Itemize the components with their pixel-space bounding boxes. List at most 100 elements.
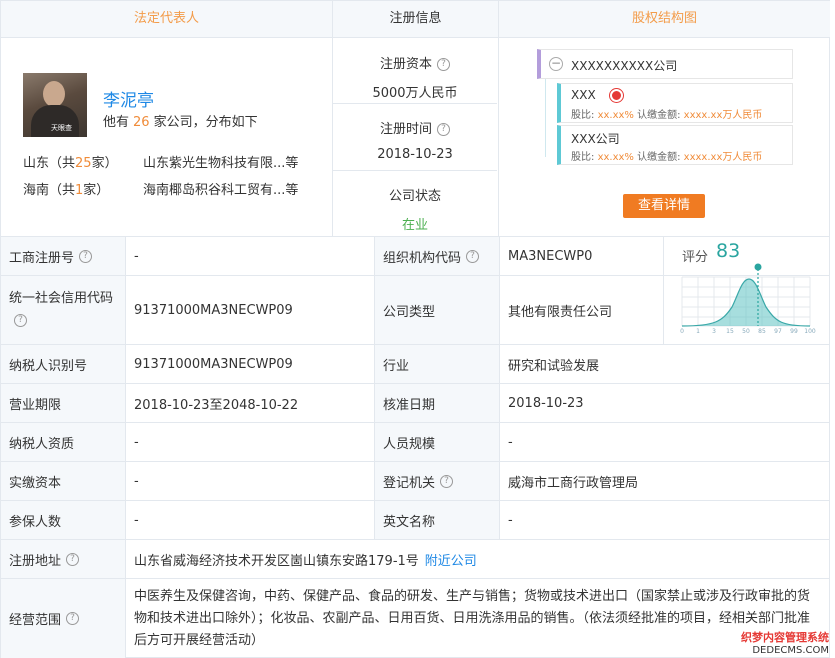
help-icon[interactable]: ?	[440, 474, 454, 488]
view-details-button[interactable]: 查看详情	[623, 194, 705, 218]
tick-label: 50	[742, 328, 750, 335]
equity-root-name: XXXXXXXXXX公司	[571, 59, 678, 73]
ratio-label: 股比:	[571, 152, 595, 163]
row-label: 公司类型	[375, 276, 500, 344]
help-icon[interactable]: ?	[437, 58, 450, 71]
nearby-companies-link[interactable]: 附近公司	[425, 550, 477, 569]
row-value: 研究和试验发展	[508, 358, 600, 374]
help-icon[interactable]: ?	[466, 249, 480, 263]
registration-header: 注册信息	[333, 1, 498, 38]
row-label: 参保人数	[1, 501, 126, 539]
amount-value: xxxx.xx万人民币	[683, 110, 763, 121]
row-label: 经营范围?	[1, 579, 126, 658]
table-row: 经营范围? 中医养生及保健咨询，中药、保健产品、食品的研发、生产与销售；货物或技…	[1, 579, 829, 658]
company-count[interactable]: 26	[133, 115, 150, 130]
row-label: 纳税人资质	[1, 423, 126, 461]
score-marker-icon	[754, 263, 762, 271]
tree-connector	[545, 79, 546, 157]
business-info-table: 工商注册号? - 组织机构代码? MA3NECWP0 统一社会信用代码? 913…	[0, 237, 830, 658]
avatar-watermark: 天眼查	[51, 124, 72, 132]
equity-root-node[interactable]: − XXXXXXXXXX公司	[537, 49, 793, 79]
equity-header: 股权结构图	[499, 1, 830, 38]
info-prefix: 他有	[103, 115, 130, 130]
equity-column: 股权结构图 − XXXXXXXXXX公司 XXX 股比: xx.xx% 认缴金额…	[499, 1, 830, 236]
watermark-line2: DEDECMS.COM	[752, 645, 829, 656]
tick-label: 1	[696, 328, 700, 335]
tick-label: 3	[712, 328, 716, 335]
person-name-link[interactable]: 李泥亭	[103, 86, 154, 111]
row-value: -	[126, 462, 375, 500]
table-row: 注册地址? 山东省威海经济技术开发区崮山镇东安路179-1号 附近公司	[1, 540, 829, 579]
region-prefix: 海南（共	[23, 183, 76, 198]
region-prefix: 山东（共	[23, 156, 76, 171]
legal-rep-column: 法定代表人 天眼查 李泥亭 他有 26 家公司，分布如下 山东（共25家） 山东紫光…	[1, 1, 333, 236]
registration-column: 注册信息 注册资本? 5000万人民币 注册时间? 2018-10-23 公司状…	[333, 1, 499, 236]
row-value: -	[508, 512, 513, 528]
row-value: 91371000MA3NECWP09	[126, 276, 375, 344]
row-value: 91371000MA3NECWP09	[126, 345, 375, 383]
bell-curve-area	[682, 279, 810, 326]
region-count: 25	[75, 156, 92, 171]
info-suffix: 家公司，分布如下	[153, 115, 258, 130]
row-label: 纳税人识别号	[1, 345, 126, 383]
row-label: 登记机关?	[375, 462, 500, 500]
registered-capital: 注册资本? 5000万人民币	[333, 53, 497, 101]
tick-label: 99	[790, 328, 798, 335]
row-value: -	[126, 423, 375, 461]
time-value: 2018-10-23	[377, 147, 453, 162]
shareholder-name: XXX	[571, 88, 596, 102]
business-scope-value: 中医养生及保健咨询，中药、保健产品、食品的研发、生产与销售；货物或技术进出口（国…	[134, 588, 811, 648]
shareholder-name: XXX公司	[571, 132, 620, 146]
table-row: 纳税人资质 - 人员规模 -	[1, 423, 829, 462]
region-company-link[interactable]: 海南椰岛积谷科工贸有...等	[143, 179, 298, 198]
avatar[interactable]: 天眼查	[23, 73, 87, 137]
row-label: 行业	[375, 345, 500, 383]
row-value: MA3NECWP0	[500, 237, 664, 275]
help-icon[interactable]: ?	[437, 123, 450, 136]
score-panel[interactable]: 评分 83 0 1 3 15 50 85 97 99 100	[664, 237, 829, 345]
row-value: 其他有限责任公司	[500, 276, 664, 344]
table-row: 纳税人识别号 91371000MA3NECWP09 行业 研究和试验发展	[1, 345, 829, 384]
company-status: 公司状态 在业	[333, 185, 497, 233]
person-company-summary: 他有 26 家公司，分布如下	[103, 111, 258, 130]
row-value: -	[508, 434, 513, 450]
collapse-icon[interactable]: −	[549, 57, 563, 71]
watermark-line1: 织梦内容管理系统	[741, 631, 829, 644]
row-label: 组织机构代码?	[375, 237, 500, 275]
region-hainan: 海南（共1家）	[23, 179, 109, 198]
row-label: 统一社会信用代码?	[1, 276, 126, 344]
region-suffix: 家）	[91, 156, 118, 171]
help-icon[interactable]: ?	[66, 552, 80, 566]
capital-label: 注册资本	[379, 57, 432, 72]
address-value: 山东省威海经济技术开发区崮山镇东安路179-1号 附近公司	[126, 540, 829, 578]
tick-label: 85	[758, 328, 766, 335]
help-icon[interactable]: ?	[14, 314, 27, 327]
row-value: 威海市工商行政管理局	[508, 475, 639, 491]
region-company-link[interactable]: 山东紫光生物科技有限...等	[143, 152, 298, 171]
registration-time: 注册时间? 2018-10-23	[333, 118, 497, 162]
help-icon[interactable]: ?	[66, 612, 80, 625]
avatar-face	[43, 81, 65, 107]
tick-label: 15	[726, 328, 734, 335]
row-value: 2018-10-23	[508, 395, 584, 411]
divider	[333, 170, 497, 171]
row-label: 英文名称	[375, 501, 500, 539]
row-value: -	[126, 501, 375, 539]
table-row: 实缴资本 - 登记机关? 威海市工商行政管理局	[1, 462, 829, 501]
equity-node[interactable]: XXX 股比: xx.xx% 认缴金额: xxxx.xx万人民币	[557, 83, 793, 123]
row-label: 营业期限	[1, 384, 126, 422]
row-label: 注册地址?	[1, 540, 126, 578]
amount-value: xxxx.xx万人民币	[683, 152, 763, 163]
row-value: -	[126, 237, 375, 275]
divider	[333, 103, 497, 104]
row-label: 人员规模	[375, 423, 500, 461]
time-label: 注册时间	[379, 122, 432, 137]
china-flag-icon	[609, 89, 623, 102]
ratio-label: 股比:	[571, 110, 595, 121]
row-label: 工商注册号?	[1, 237, 126, 275]
help-icon[interactable]: ?	[79, 249, 93, 263]
status-label: 公司状态	[388, 189, 441, 204]
capital-value: 5000万人民币	[372, 86, 458, 101]
company-summary-panel: 法定代表人 天眼查 李泥亭 他有 26 家公司，分布如下 山东（共25家） 山东紫光…	[0, 0, 830, 237]
equity-node[interactable]: XXX公司 股比: xx.xx% 认缴金额: xxxx.xx万人民币	[557, 125, 793, 165]
